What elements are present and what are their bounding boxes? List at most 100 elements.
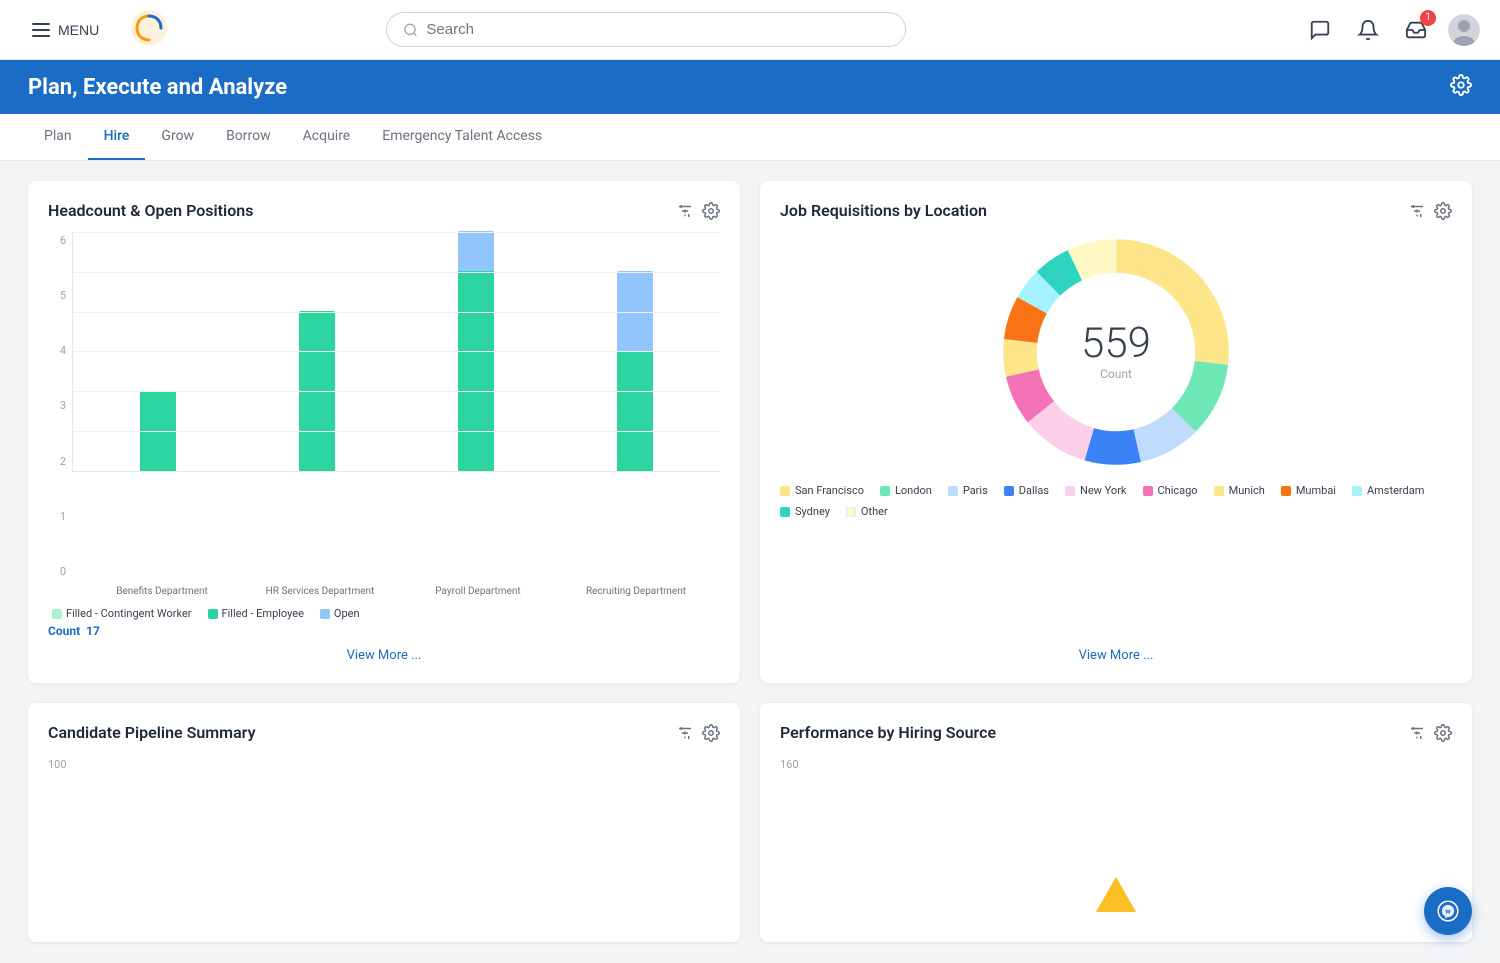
settings-icon-button[interactable] (1450, 74, 1472, 100)
headcount-card-actions[interactable] (676, 202, 720, 220)
search-input[interactable] (426, 21, 889, 38)
legend-sydney: Sydney (780, 505, 830, 518)
headcount-card: Headcount & Open Positions 6 5 4 (28, 181, 740, 683)
legend-open: Open (320, 607, 360, 620)
tab-emergency[interactable]: Emergency Talent Access (366, 114, 558, 160)
legend-sydney-label: Sydney (795, 505, 830, 518)
page-header: Plan, Execute and Analyze (0, 60, 1500, 114)
legend-london-dot (880, 486, 890, 496)
legend-chicago: Chicago (1143, 484, 1198, 497)
bar-group-recruiting[interactable] (571, 271, 700, 471)
donut-chart: 559 Count (996, 232, 1236, 472)
legend-contingent-dot (52, 609, 62, 619)
bar-benefits-filled (140, 391, 176, 471)
filter-icon-3 (676, 724, 694, 742)
headcount-card-header: Headcount & Open Positions (48, 201, 720, 220)
candidate-pipeline-actions[interactable] (676, 724, 720, 742)
bar-hr-filled (299, 311, 335, 471)
legend-amsterdam-label: Amsterdam (1367, 484, 1424, 497)
legend-mumbai: Mumbai (1281, 484, 1336, 497)
performance-title: Performance by Hiring Source (780, 723, 996, 742)
notification-icon-button[interactable] (1352, 14, 1384, 46)
tab-plan[interactable]: Plan (28, 114, 88, 160)
page-title: Plan, Execute and Analyze (28, 75, 287, 100)
bar-payroll-filled (458, 271, 494, 471)
bar-group-hr[interactable] (252, 311, 381, 471)
legend-dallas: Dallas (1004, 484, 1049, 497)
svg-text:w: w (1445, 906, 1451, 915)
legend-paris-label: Paris (963, 484, 988, 497)
filter-icon (676, 202, 694, 220)
job-req-card-header: Job Requisitions by Location (780, 201, 1452, 220)
job-req-card-actions[interactable] (1408, 202, 1452, 220)
inbox-badge: 1 (1420, 10, 1436, 26)
legend-munich: Munich (1214, 484, 1265, 497)
message-icon-button[interactable] (1304, 14, 1336, 46)
legend-munich-label: Munich (1229, 484, 1265, 497)
x-label-payroll: Payroll Department (414, 586, 542, 597)
menu-button[interactable]: MENU (20, 14, 111, 46)
workday-chat-icon: w (1437, 900, 1459, 922)
job-req-title: Job Requisitions by Location (780, 201, 987, 220)
tab-borrow[interactable]: Borrow (210, 114, 287, 160)
legend-sf-label: San Francisco (795, 484, 864, 497)
bar-chart-area: 6 5 4 3 2 1 0 (48, 232, 720, 638)
headcount-title: Headcount & Open Positions (48, 201, 253, 220)
legend-munich-dot (1214, 486, 1224, 496)
headcount-view-more[interactable]: View More ... (48, 638, 720, 663)
chat-float-button[interactable]: w (1424, 887, 1472, 935)
job-req-card: Job Requisitions by Location (760, 181, 1472, 683)
performance-card-actions[interactable] (1408, 724, 1452, 742)
chart-count: Count 17 (48, 624, 720, 638)
legend-newyork-dot (1065, 486, 1075, 496)
legend-open-dot (320, 609, 330, 619)
legend-mumbai-dot (1281, 486, 1291, 496)
legend-mumbai-label: Mumbai (1296, 484, 1336, 497)
y-label-3: 3 (60, 399, 66, 412)
candidate-y-top: 100 (48, 758, 720, 771)
count-value: 17 (86, 624, 100, 638)
x-label-hr: HR Services Department (256, 586, 384, 597)
y-label-1: 1 (60, 510, 66, 523)
legend-other-dot (846, 507, 856, 517)
legend-amsterdam: Amsterdam (1352, 484, 1424, 497)
tab-bar: Plan Hire Grow Borrow Acquire Emergency … (0, 114, 1500, 161)
workday-logo[interactable] (131, 10, 167, 50)
legend-sf: San Francisco (780, 484, 864, 497)
legend-london: London (880, 484, 932, 497)
legend-sf-dot (780, 486, 790, 496)
filter-icon-4 (1408, 724, 1426, 742)
tab-grow[interactable]: Grow (145, 114, 210, 160)
legend-newyork-label: New York (1080, 484, 1127, 497)
legend-chicago-dot (1143, 486, 1153, 496)
user-avatar[interactable] (1448, 14, 1480, 46)
legend-sydney-dot (780, 507, 790, 517)
search-bar[interactable] (386, 12, 906, 47)
performance-chart-area (780, 771, 1452, 922)
performance-chart-marker (1096, 877, 1136, 912)
settings-icon-3 (702, 724, 720, 742)
legend-newyork: New York (1065, 484, 1127, 497)
y-label-5: 5 (60, 289, 66, 302)
performance-card: Performance by Hiring Source 160 (760, 703, 1472, 942)
top-nav: MENU (0, 0, 1500, 60)
legend-paris-dot (948, 486, 958, 496)
search-icon (403, 22, 418, 38)
bar-group-benefits[interactable] (93, 391, 222, 471)
legend-employee-label: Filled - Employee (222, 607, 304, 620)
bar-recruiting-filled (617, 351, 653, 471)
legend-amsterdam-dot (1352, 486, 1362, 496)
legend-dallas-label: Dallas (1019, 484, 1049, 497)
job-req-view-more[interactable]: View More ... (780, 638, 1452, 663)
legend-employee-dot (208, 609, 218, 619)
count-label: Count (48, 624, 80, 638)
bar-chart-legend: Filled - Contingent Worker Filled - Empl… (52, 607, 720, 620)
tab-acquire[interactable]: Acquire (287, 114, 367, 160)
filter-icon-2 (1408, 202, 1426, 220)
bar-group-payroll[interactable] (412, 231, 541, 471)
inbox-icon-button[interactable]: 1 (1400, 14, 1432, 46)
legend-open-label: Open (334, 607, 360, 620)
tab-hire[interactable]: Hire (88, 114, 146, 160)
donut-count-label: Count (1081, 367, 1151, 381)
candidate-pipeline-header: Candidate Pipeline Summary (48, 723, 720, 742)
